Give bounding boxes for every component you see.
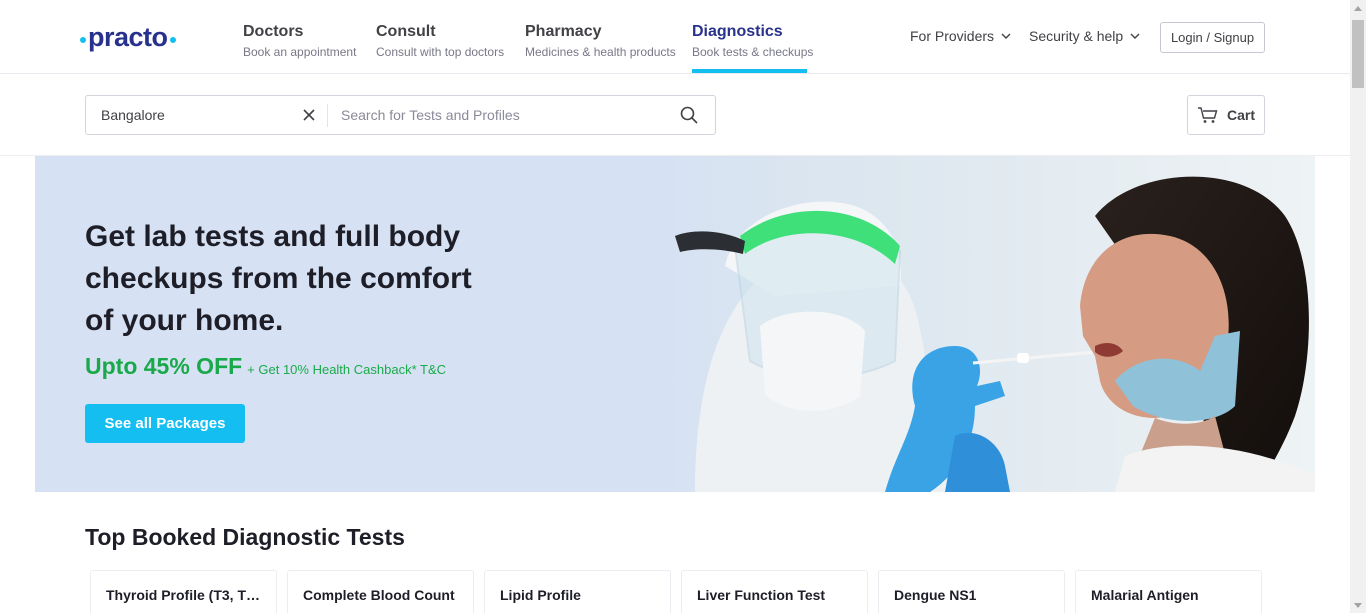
search-box <box>85 95 716 135</box>
hero-title: Get lab tests and full body checkups fro… <box>85 220 472 337</box>
hero-banner: Get lab tests and full body checkups fro… <box>35 156 1315 492</box>
scroll-up-arrow[interactable] <box>1350 0 1366 16</box>
login-signup-button[interactable]: Login / Signup <box>1160 22 1265 53</box>
lab-test-photo <box>655 156 1315 492</box>
test-search-input[interactable] <box>341 96 661 134</box>
nav-subtitle: Consult with top doctors <box>376 45 505 59</box>
logo-dot <box>169 36 176 43</box>
nav-title: Doctors <box>243 23 304 40</box>
for-providers-dropdown[interactable]: For Providers <box>910 28 1011 44</box>
top-header: practo Doctors Book an appointment Consu… <box>0 0 1350 74</box>
offer-text: Upto 45% OFF + Get 10% Health Cashback* … <box>85 353 446 380</box>
nav-pharmacy[interactable]: Pharmacy Medicines & health products <box>525 22 676 61</box>
cart-button[interactable]: Cart <box>1187 95 1265 135</box>
test-card[interactable]: Complete Blood Count <box>287 570 474 613</box>
chevron-down-icon <box>1130 33 1140 39</box>
test-name: Lipid Profile <box>500 587 581 603</box>
test-name: Thyroid Profile (T3, T4, TSH) <box>106 587 261 603</box>
nav-title: Diagnostics <box>692 23 783 40</box>
chevron-down-icon <box>1001 33 1011 39</box>
section-title: Top Booked Diagnostic Tests <box>85 524 405 550</box>
test-card[interactable]: Lipid Profile <box>484 570 671 613</box>
vertical-scrollbar[interactable] <box>1350 0 1366 613</box>
nav-diagnostics[interactable]: Diagnostics Book tests & checkups <box>692 22 813 61</box>
cashback-note[interactable]: + Get 10% Health Cashback* T&C <box>247 362 446 377</box>
nav-subtitle: Medicines & health products <box>525 45 676 59</box>
practo-logo[interactable]: practo <box>80 22 176 53</box>
scrollbar-thumb[interactable] <box>1352 20 1364 88</box>
scroll-down-arrow[interactable] <box>1350 597 1366 613</box>
see-all-packages-button[interactable]: See all Packages <box>85 404 245 443</box>
test-card[interactable]: Dengue NS1 <box>878 570 1065 613</box>
security-help-dropdown[interactable]: Security & help <box>1029 28 1140 44</box>
cart-label: Cart <box>1226 107 1255 123</box>
test-name: Dengue NS1 <box>894 587 977 603</box>
cart-icon <box>1197 107 1218 123</box>
test-name: Liver Function Test <box>697 587 826 603</box>
city-input[interactable] <box>101 96 291 134</box>
divider <box>327 104 328 127</box>
test-card[interactable]: Malarial Antigen <box>1075 570 1262 613</box>
nav-title: Pharmacy <box>525 23 602 40</box>
search-bar-row: Cart <box>0 75 1350 156</box>
logo-text: practo <box>88 22 168 52</box>
dropdown-label: Security & help <box>1029 28 1124 44</box>
nav-title: Consult <box>376 23 436 40</box>
nav-consult[interactable]: Consult Consult with top doctors <box>376 22 504 61</box>
active-nav-indicator <box>692 69 807 73</box>
discount-text: Upto 45% OFF <box>85 353 243 379</box>
nav-subtitle: Book an appointment <box>243 45 357 59</box>
logo-dot <box>80 36 86 43</box>
nav-subtitle: Book tests & checkups <box>692 45 814 59</box>
nav-doctors[interactable]: Doctors Book an appointment <box>243 22 356 61</box>
test-card[interactable]: Thyroid Profile (T3, T4, TSH) <box>90 570 277 613</box>
close-icon[interactable] <box>301 107 317 123</box>
search-icon[interactable] <box>680 106 698 124</box>
test-name: Complete Blood Count <box>303 587 455 603</box>
dropdown-label: For Providers <box>910 28 995 44</box>
test-name: Malarial Antigen <box>1091 587 1199 603</box>
test-card[interactable]: Liver Function Test <box>681 570 868 613</box>
